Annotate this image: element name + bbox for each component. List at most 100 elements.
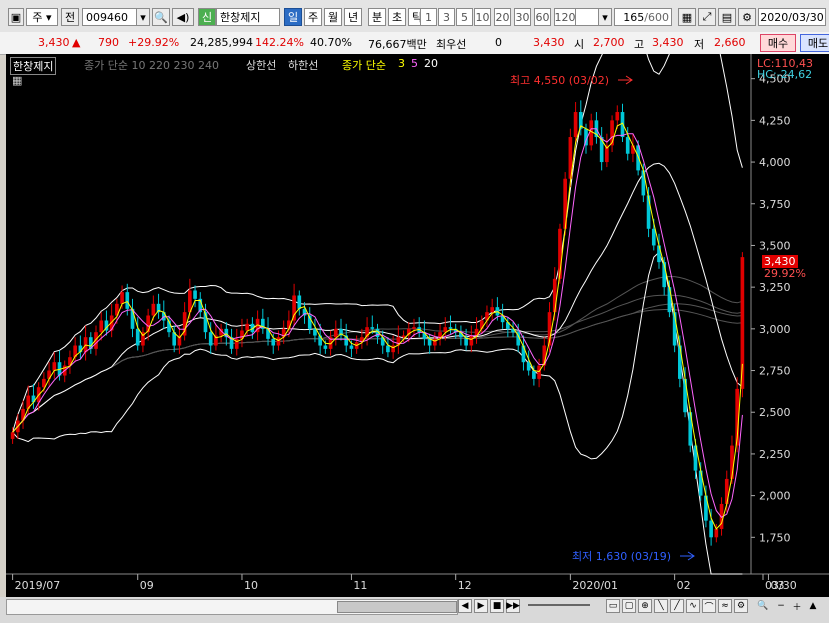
candle-body <box>10 432 15 439</box>
interval-tab-120[interactable]: 120 <box>554 8 576 26</box>
grid-icon[interactable]: ▦ <box>678 8 696 26</box>
candle-body <box>714 528 719 538</box>
candle-body <box>120 292 124 304</box>
volume-ratio: 142.24% <box>255 36 304 49</box>
scroll-up-icon[interactable]: ▲ <box>806 599 820 613</box>
draw-arc-icon[interactable]: ≈ <box>718 599 732 613</box>
y-tick-label: 2,500 <box>759 406 791 419</box>
period-tab-1[interactable]: 주 <box>304 8 322 26</box>
interval-tab-30[interactable]: 30 <box>514 8 531 26</box>
stock-name-value: 한창제지 <box>220 11 261 24</box>
interval-tab-5[interactable]: 5 <box>456 8 473 26</box>
low-note: 최저 1,630 (03/19) <box>572 550 672 563</box>
fast-forward-label: ▶▶ <box>506 601 520 611</box>
draw-fib-icon[interactable]: ⚙ <box>734 599 748 613</box>
candle-body <box>625 137 630 154</box>
period-tab-3[interactable]: 년 <box>344 8 362 26</box>
candle-body <box>297 295 302 309</box>
y-tick-label: 3,000 <box>759 323 791 336</box>
draw-cursor-icon[interactable]: ⊕ <box>638 599 652 613</box>
candle-body <box>490 307 495 313</box>
open-value: 2,700 <box>593 36 625 49</box>
change-value: 790 <box>98 36 119 49</box>
chart-plot[interactable]: 1,750 2,000 2,250 2,500 2,750 3,000 3,250 3,500… <box>6 54 829 597</box>
open-label: 시 <box>574 38 585 51</box>
zoom-in-icon[interactable]: ＋ <box>790 599 804 613</box>
play-label: ▶ <box>477 601 485 611</box>
interval-tab-60[interactable]: 60 <box>534 8 551 26</box>
zoom-search-icon[interactable]: 🔍 <box>756 599 770 613</box>
search-icon[interactable]: 🔍 <box>152 8 170 26</box>
period-tab-5[interactable]: 초 <box>388 8 406 26</box>
hc-label: HC:-24,62 <box>757 68 813 81</box>
interval-tab-1[interactable]: 1 <box>420 8 437 26</box>
zoom-icon[interactable]: ⤢ <box>698 8 716 26</box>
menu-icon[interactable]: ▣ <box>8 8 24 26</box>
buy-button[interactable]: 매수 <box>760 34 796 52</box>
candle-body <box>615 112 620 121</box>
sell-button[interactable]: 매도 <box>800 34 829 52</box>
sell-button-label: 매도 <box>807 37 829 50</box>
stop-button[interactable]: ■ <box>490 599 504 613</box>
fast-forward-button[interactable]: ▶▶ <box>506 599 520 613</box>
interval-tab-3[interactable]: 3 <box>438 8 455 26</box>
candle-body <box>667 287 672 313</box>
interval-tab-20[interactable]: 20 <box>494 8 511 26</box>
low-label: 저 <box>694 38 705 51</box>
draw-curve-icon[interactable]: ⌒ <box>702 599 716 613</box>
candle-body <box>99 320 104 333</box>
x-tick-label: 02 <box>677 579 691 592</box>
price-chart[interactable]: 1,750 2,000 2,250 2,500 2,750 3,000 3,250 3,500… <box>6 54 829 597</box>
count-field[interactable]: 165/600 <box>614 8 672 26</box>
y-tick-label: 4,250 <box>759 114 791 127</box>
legend-stock-name: 한창제지 <box>10 57 57 75</box>
low-value: 2,660 <box>714 36 746 49</box>
legend-ma20: 20 <box>424 57 438 70</box>
draw-tool-icon[interactable]: ▭ <box>606 599 620 613</box>
period-tab-4[interactable]: 분 <box>368 8 386 26</box>
x-tick-label: 12 <box>458 579 472 592</box>
candle-body <box>135 328 140 346</box>
candle-body <box>448 327 453 329</box>
period-tab-0[interactable]: 일 <box>284 8 302 26</box>
play-back-button[interactable]: ◀ <box>458 599 472 613</box>
draw-trend-icon[interactable]: ╱ <box>670 599 684 613</box>
zoom-out-icon[interactable]: − <box>774 599 788 613</box>
stock-name-field[interactable]: 한창제지 <box>216 8 280 26</box>
scroll-thumb[interactable] <box>337 601 457 613</box>
play-button[interactable]: ▶ <box>474 599 488 613</box>
period-tab-2[interactable]: 월 <box>324 8 342 26</box>
candle-body <box>323 345 328 349</box>
candle-body <box>521 345 526 363</box>
draw-rect-icon[interactable]: ▢ <box>622 599 636 613</box>
gear-icon[interactable]: ⚙ <box>738 8 756 26</box>
high-note: 최고 4,550 (03/02) <box>510 74 610 87</box>
zoom-slider[interactable] <box>528 604 590 606</box>
save-icon[interactable]: ▤ <box>718 8 736 26</box>
price-value: 3,430 <box>38 36 70 49</box>
draw-wave-icon[interactable]: ∿ <box>686 599 700 613</box>
y-tick-label: 4,000 <box>759 156 791 169</box>
dropdown-icon[interactable]: ▾ <box>136 8 150 26</box>
x-tick-label: 2019/07 <box>15 579 61 592</box>
bb-upper-line <box>12 54 743 433</box>
sound-icon[interactable]: ◀) <box>172 8 194 26</box>
table-icon[interactable]: ▦ <box>12 74 22 87</box>
buy-button-label: 매수 <box>767 37 789 50</box>
high-value: 3,430 <box>652 36 684 49</box>
draw-line-icon[interactable]: ╲ <box>654 599 668 613</box>
high-arrow-icon <box>618 75 633 85</box>
scroll-track[interactable] <box>6 599 458 615</box>
candle-body <box>678 345 682 379</box>
market-select[interactable]: 주 ▾ <box>26 8 58 26</box>
interval-tab-10[interactable]: 10 <box>474 8 491 26</box>
y-tick-label: 3,250 <box>759 281 791 294</box>
date-field[interactable]: 2020/03/30 <box>758 8 826 26</box>
candle-body <box>526 362 531 371</box>
prev-button[interactable]: 전 <box>61 8 79 26</box>
candle-body <box>151 303 156 316</box>
candle-body <box>271 338 276 346</box>
x-tick-label: 11 <box>353 579 367 592</box>
candle-body <box>589 120 594 146</box>
count-dropdown-icon[interactable]: ▾ <box>598 8 612 26</box>
